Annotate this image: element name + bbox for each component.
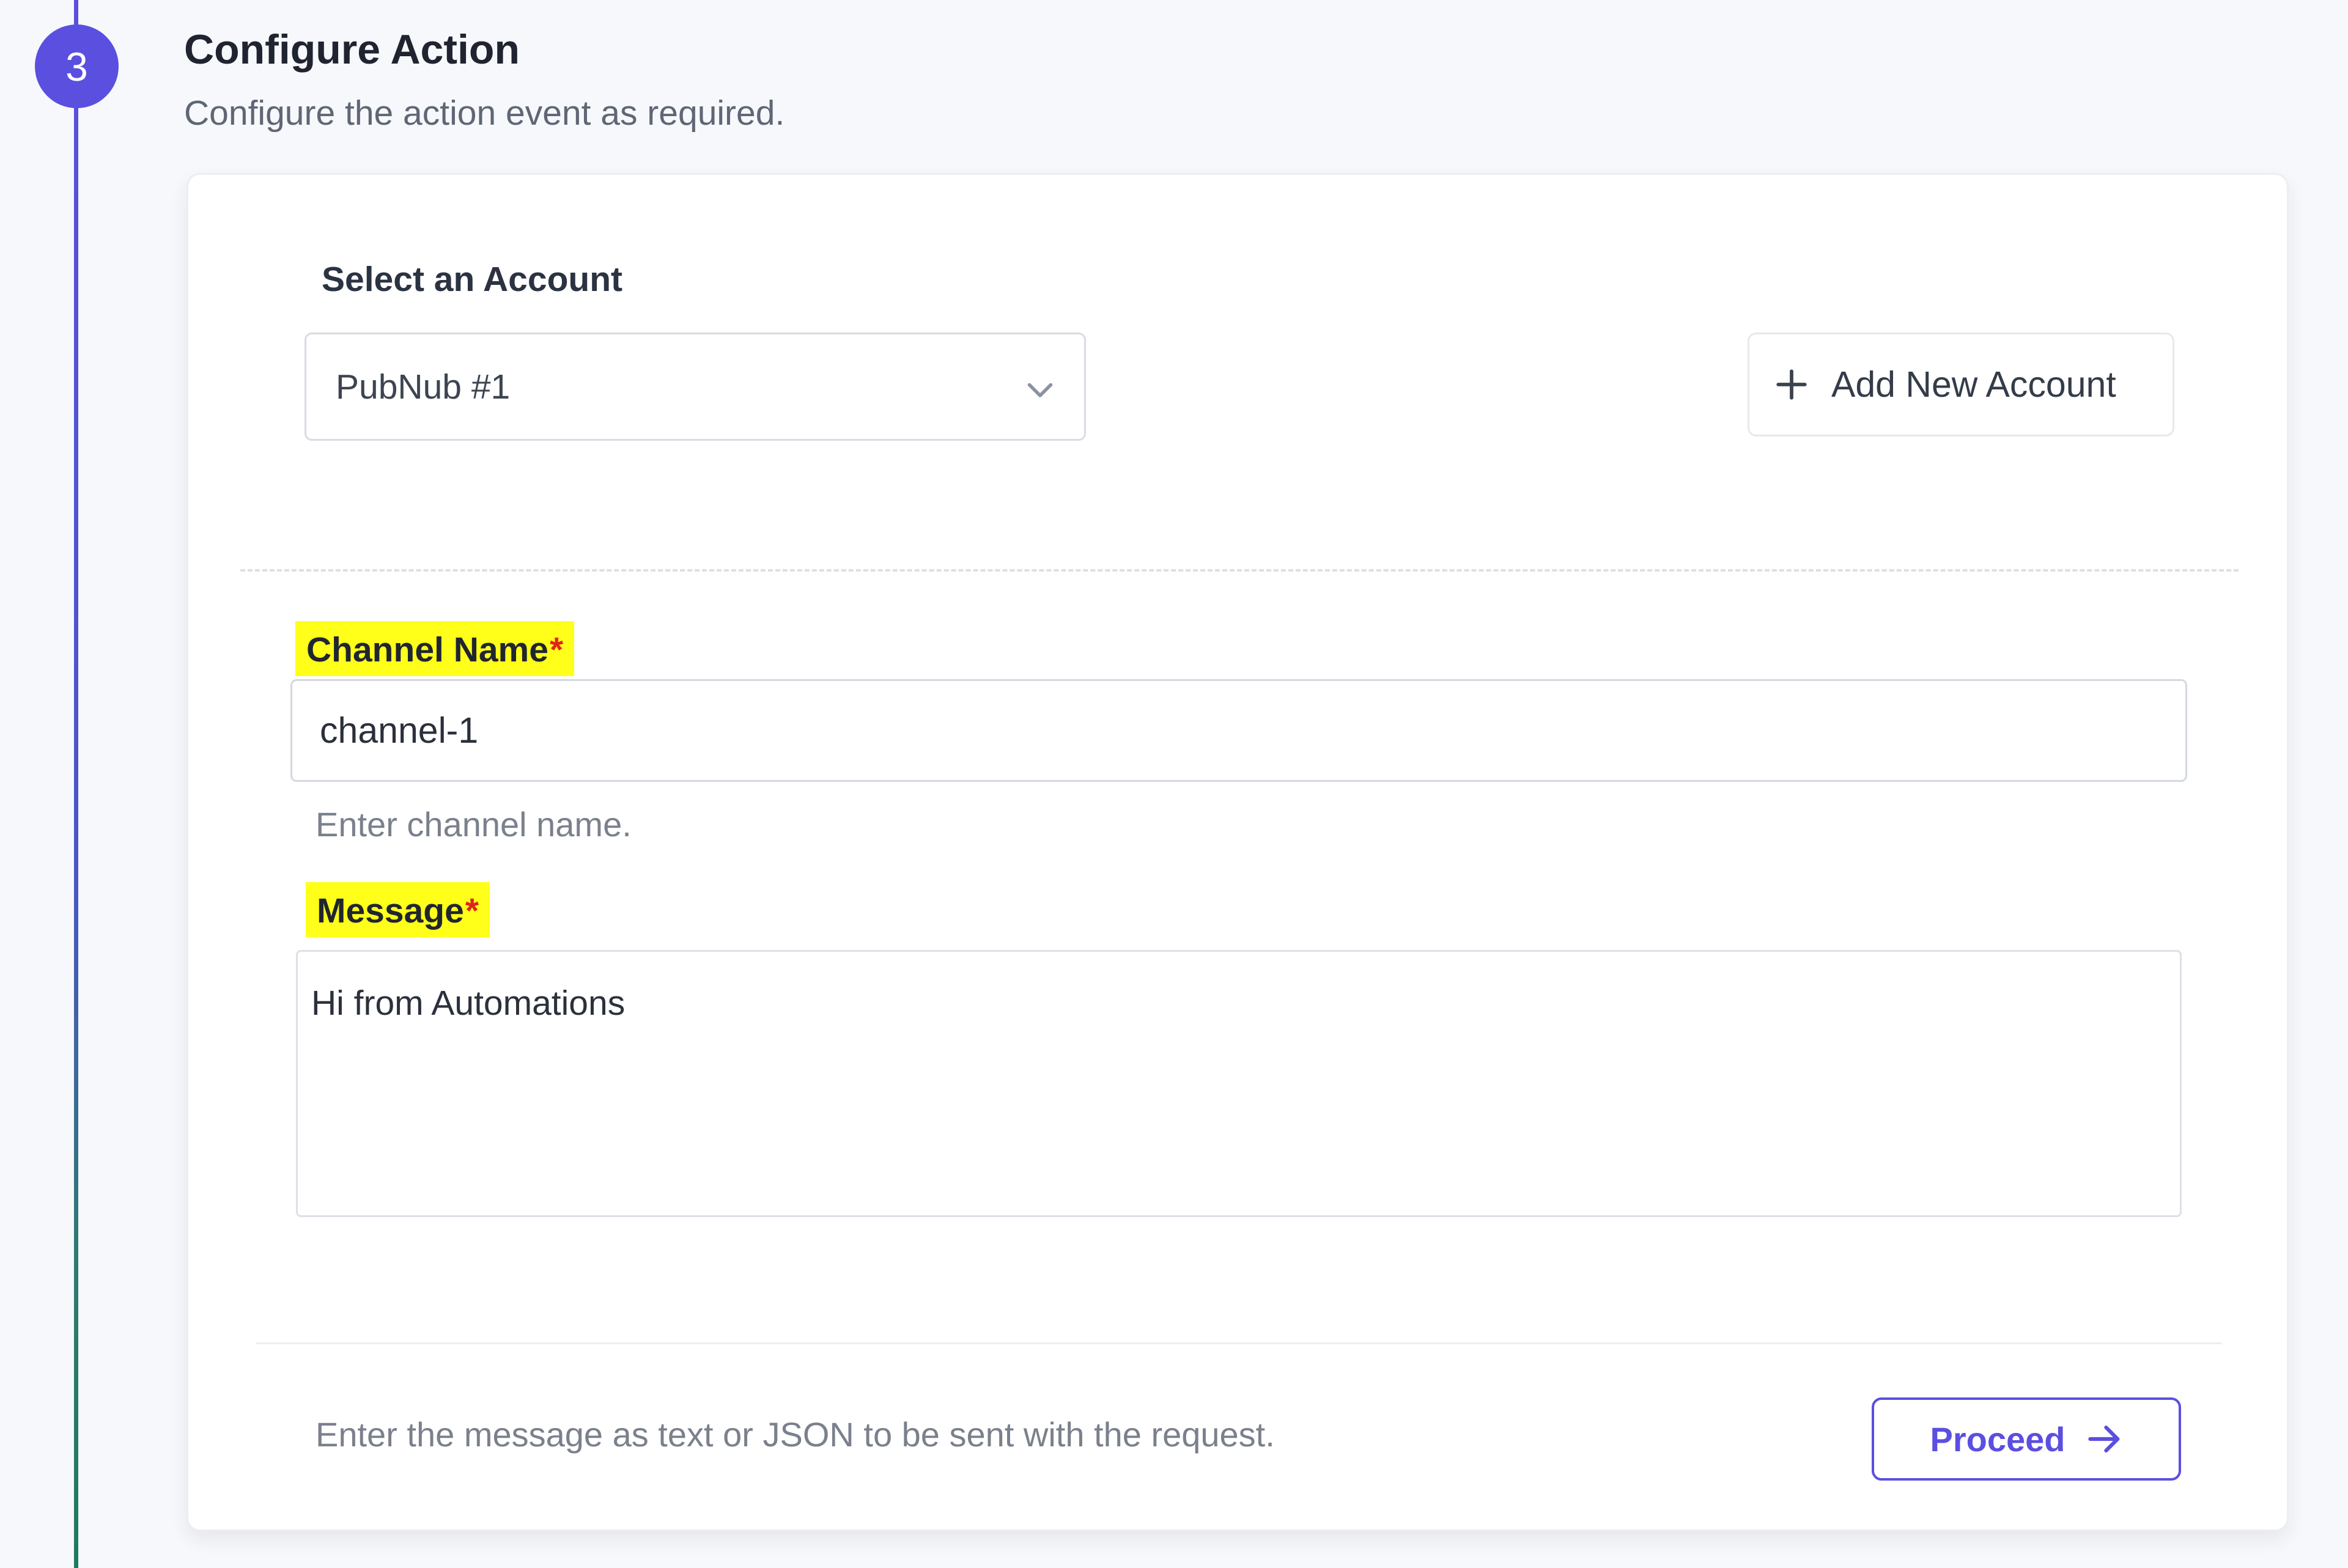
- configure-action-card: Select an Account PubNub #1 Add New Acco…: [186, 173, 2289, 1531]
- section-divider: [240, 569, 2239, 572]
- plus-icon: [1776, 369, 1807, 400]
- account-select[interactable]: PubNub #1: [305, 333, 1086, 441]
- configure-action-page: 3 Configure Action Configure the action …: [0, 0, 2348, 1568]
- step-subtitle: Configure the action event as required.: [184, 94, 785, 133]
- message-label-text: Message: [317, 891, 464, 930]
- step-title: Configure Action: [184, 26, 520, 73]
- add-new-account-label: Add New Account: [1831, 364, 2116, 405]
- channel-name-help: Enter channel name.: [316, 805, 632, 844]
- step-number-badge: 3: [35, 24, 119, 108]
- channel-name-label: Channel Name*: [295, 621, 575, 676]
- footer-divider: [256, 1342, 2222, 1344]
- proceed-label: Proceed: [1930, 1419, 2066, 1459]
- step-timeline: [74, 0, 78, 1568]
- channel-name-input[interactable]: [290, 679, 2187, 782]
- account-select-value: PubNub #1: [336, 367, 511, 407]
- arrow-right-icon: [2088, 1426, 2119, 1452]
- required-marker: *: [465, 891, 479, 930]
- message-help: Enter the message as text or JSON to be …: [316, 1415, 1275, 1454]
- account-select-label: Select an Account: [322, 260, 623, 299]
- required-marker: *: [549, 630, 564, 669]
- proceed-button[interactable]: Proceed: [1872, 1397, 2181, 1481]
- channel-name-label-text: Channel Name: [306, 630, 548, 669]
- add-new-account-button[interactable]: Add New Account: [1748, 333, 2174, 436]
- chevron-down-icon[interactable]: [1022, 371, 1058, 408]
- message-textarea[interactable]: Hi from Automations: [296, 950, 2182, 1217]
- message-label: Message*: [306, 882, 490, 937]
